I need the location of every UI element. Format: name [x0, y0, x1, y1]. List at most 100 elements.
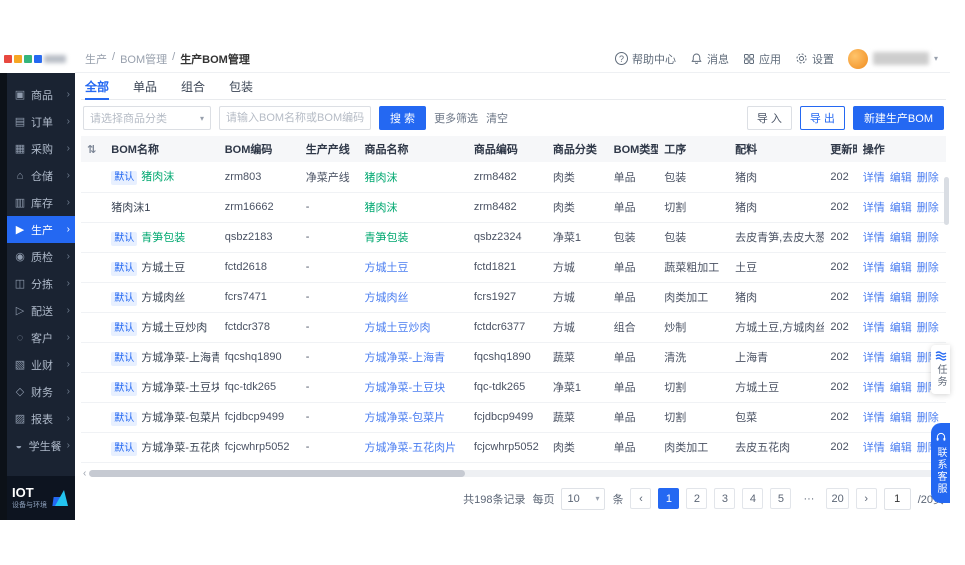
product-name-link[interactable]: 方城净菜-上海青 — [364, 352, 445, 364]
keyword-input[interactable] — [219, 106, 371, 130]
table-row[interactable]: 默认 方城净菜-包菜片 fcjdbcp9499- 方城净菜-包菜片 fcjdbcp949… — [81, 402, 946, 433]
edit-link[interactable]: 编辑 — [890, 292, 912, 304]
sidebar-item-sorting[interactable]: ◫ 分拣 › — [7, 270, 75, 297]
per-page-select[interactable]: 10 ▾ — [561, 487, 606, 510]
edit-link[interactable]: 编辑 — [890, 352, 912, 364]
table-row[interactable]: 默认 方城土豆炒肉 fctdcr378- 方城土豆炒肉 fctdcr6377 方城 组合 炒制… — [81, 312, 946, 343]
edit-link[interactable]: 编辑 — [890, 382, 912, 394]
page-button-3[interactable]: 3 — [714, 488, 736, 509]
sidebar-item-goods[interactable]: ▣ 商品 › — [7, 81, 75, 108]
user-menu[interactable]: ▾ — [847, 48, 938, 69]
detail-link[interactable]: 详情 — [863, 292, 885, 304]
page-jump-input[interactable] — [883, 487, 911, 510]
sidebar-item-student-meals[interactable]: ◒ 学生餐 › — [7, 432, 75, 459]
product-name-link[interactable]: 方城净菜-包菜片 — [364, 412, 445, 424]
edit-link[interactable]: 编辑 — [890, 262, 912, 274]
sidebar-item-business-finance[interactable]: ▧ 业财 › — [7, 351, 75, 378]
task-floating-button[interactable]: 任务 — [931, 345, 950, 394]
detail-link[interactable]: 详情 — [863, 322, 885, 334]
breadcrumb-item[interactable]: BOM管理 — [120, 51, 167, 67]
page-button-2[interactable]: 2 — [686, 488, 708, 509]
sidebar-item-delivery[interactable]: ▷ 配送 › — [7, 297, 75, 324]
scroll-left-icon[interactable]: ‹ — [83, 468, 86, 479]
detail-link[interactable]: 详情 — [863, 262, 885, 274]
table-row[interactable]: 默认 方城净菜-上海青 fqcshq1890- 方城净菜-上海青 fqcshq1890 蔬… — [81, 342, 946, 373]
delete-link[interactable]: 删除 — [917, 262, 939, 274]
next-page-button[interactable]: › — [855, 488, 877, 509]
product-name-link[interactable]: 猪肉沫 — [364, 202, 397, 214]
bom-name-link[interactable]: 猪肉沫1 — [111, 202, 150, 214]
page-button-4[interactable]: 4 — [742, 488, 764, 509]
bom-name-link[interactable]: 方城净菜-土豆块 — [141, 382, 218, 394]
sidebar-item-quality[interactable]: ◉ 质检 › — [7, 243, 75, 270]
import-button[interactable]: 导 入 — [746, 106, 792, 130]
search-button[interactable]: 搜 索 — [379, 106, 427, 130]
clear-filters-link[interactable]: 清空 — [486, 110, 508, 126]
column-settings-icon[interactable]: ⇅ — [87, 144, 96, 156]
sidebar-item-finance[interactable]: ◇ 财务 › — [7, 378, 75, 405]
apps-button[interactable]: 应用 — [743, 51, 781, 67]
bom-name-link[interactable]: 方城土豆 — [141, 262, 185, 274]
delete-link[interactable]: 删除 — [917, 172, 939, 184]
detail-link[interactable]: 详情 — [863, 382, 885, 394]
bom-name-link[interactable]: 方城土豆炒肉 — [141, 322, 207, 334]
help-center-button[interactable]: ? 帮助中心 — [614, 51, 676, 67]
edit-link[interactable]: 编辑 — [890, 322, 912, 334]
more-filters-link[interactable]: 更多筛选 — [434, 110, 478, 126]
settings-button[interactable]: 设置 — [795, 51, 834, 67]
sidebar-item-warehouse[interactable]: ⌂ 仓储 › — [7, 162, 75, 189]
create-bom-button[interactable]: 新建生产BOM — [852, 106, 944, 130]
delete-link[interactable]: 删除 — [917, 202, 939, 214]
delete-link[interactable]: 删除 — [917, 412, 939, 424]
category-select[interactable]: 请选择商品分类 ▾ — [83, 106, 211, 130]
sidebar-item-purchase[interactable]: ▦ 采购 › — [7, 135, 75, 162]
tab-single[interactable]: 单品 — [133, 73, 157, 99]
table-row[interactable]: 默认 猪肉沫 zrm803 净菜产线 猪肉沫 zrm8482 肉类 单品 包装 猪肉 202 详情 编辑… — [81, 162, 946, 193]
page-button-1[interactable]: 1 — [658, 488, 680, 509]
detail-link[interactable]: 详情 — [863, 202, 885, 214]
bom-name-link[interactable]: 猪肉沫 — [141, 171, 174, 183]
product-name-link[interactable]: 方城净菜-五花肉片 — [364, 442, 456, 454]
tab-all[interactable]: 全部 — [85, 73, 110, 100]
delete-link[interactable]: 删除 — [917, 322, 939, 334]
delete-link[interactable]: 删除 — [917, 292, 939, 304]
product-name-link[interactable]: 方城土豆 — [364, 262, 408, 274]
sidebar-item-customers[interactable]: ◌ 客户 › — [7, 324, 75, 351]
messages-button[interactable]: 消息 — [690, 51, 729, 67]
table-row[interactable]: 默认 青笋包装 qsbz2183- 青笋包装 qsbz2324 净菜1 包装 包装 去皮青笋,去… — [81, 222, 946, 253]
bom-name-link[interactable]: 方城净菜-五花肉片 — [141, 442, 218, 454]
product-name-link[interactable]: 方城土豆炒肉 — [364, 322, 430, 334]
contact-service-floating-button[interactable]: 联系客服 — [931, 423, 950, 503]
detail-link[interactable]: 详情 — [863, 172, 885, 184]
page-button-20[interactable]: 20 — [826, 488, 849, 509]
detail-link[interactable]: 详情 — [863, 412, 885, 424]
edit-link[interactable]: 编辑 — [890, 412, 912, 424]
table-row[interactable]: 默认 方城土豆 fctd2618- 方城土豆 fctd1821 方城 单品 蔬菜粗加工 土豆 20… — [81, 252, 946, 283]
horizontal-scrollbar[interactable] — [89, 469, 944, 477]
breadcrumb-item[interactable]: 生产 — [85, 51, 107, 67]
table-row[interactable]: 猪肉沫1 zrm16662- 猪肉沫 zrm8482 肉类 单品 切割 猪肉 202 详情 编辑 删除 — [81, 192, 946, 223]
product-name-link[interactable]: 猪肉沫 — [364, 172, 397, 184]
table-row[interactable]: 默认 方城净菜-土豆块 fqc-tdk265- 方城净菜-土豆块 fqc-tdk265 净… — [81, 372, 946, 403]
vertical-scrollbar-thumb[interactable] — [944, 177, 949, 225]
edit-link[interactable]: 编辑 — [890, 202, 912, 214]
bom-name-link[interactable]: 方城净菜-上海青 — [141, 352, 218, 364]
export-button[interactable]: 导 出 — [799, 106, 845, 130]
page-button-5[interactable]: 5 — [770, 488, 792, 509]
table-row[interactable]: 默认方城净菜-五花肉片fcjcwhrp5052-方城净菜-五花肉片fcjcwhr… — [81, 432, 946, 463]
product-name-link[interactable]: 青笋包装 — [364, 232, 408, 244]
tab-combo[interactable]: 组合 — [181, 73, 205, 99]
edit-link[interactable]: 编辑 — [890, 172, 912, 184]
table-row[interactable]: 默认 方城肉丝 fcrs7471- 方城肉丝 fcrs1927 方城 单品 肉类加工 猪肉 202… — [81, 282, 946, 313]
detail-link[interactable]: 详情 — [863, 442, 885, 454]
prev-page-button[interactable]: ‹ — [630, 488, 652, 509]
sidebar-item-production[interactable]: ▶ 生产 › — [7, 216, 75, 243]
detail-link[interactable]: 详情 — [863, 352, 885, 364]
detail-link[interactable]: 详情 — [863, 232, 885, 244]
sidebar-item-reports[interactable]: ▨ 报表 › — [7, 405, 75, 432]
edit-link[interactable]: 编辑 — [890, 442, 912, 454]
tab-packaging[interactable]: 包装 — [229, 73, 253, 99]
delete-link[interactable]: 删除 — [917, 232, 939, 244]
product-name-link[interactable]: 方城净菜-土豆块 — [364, 382, 445, 394]
bom-name-link[interactable]: 青笋包装 — [141, 232, 185, 244]
